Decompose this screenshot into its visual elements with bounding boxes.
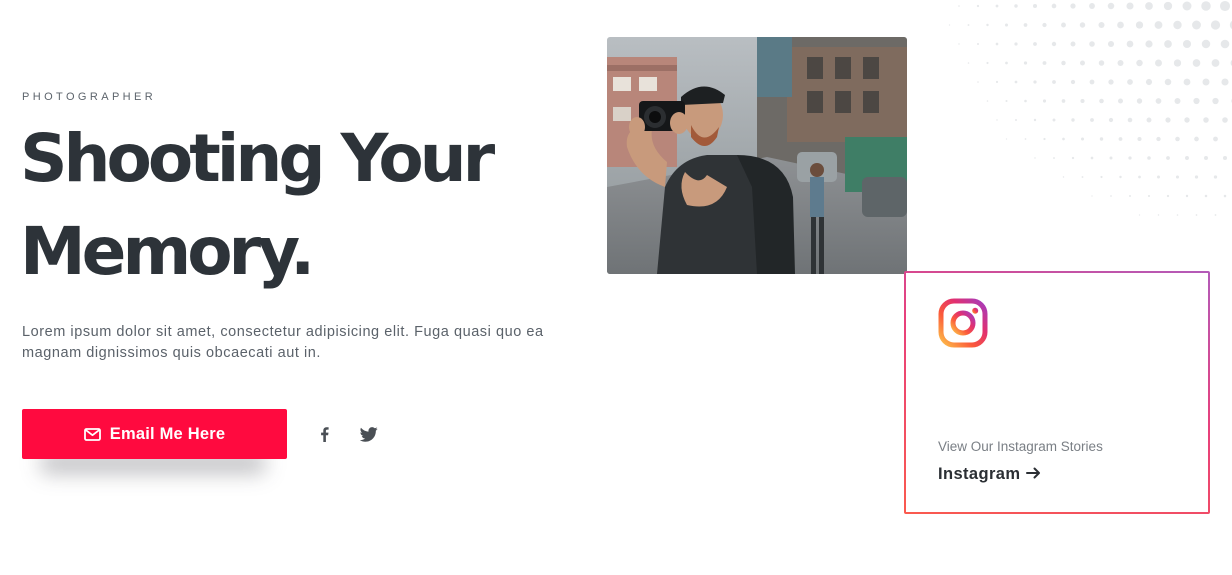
- email-me-button[interactable]: Email Me Here: [22, 409, 287, 459]
- hero-section: PHOTOGRAPHER Shooting Your Memory. Lorem…: [0, 0, 1232, 575]
- instagram-card: View Our Instagram Stories Instagram: [904, 271, 1210, 514]
- instagram-card-subtitle: View Our Instagram Stories: [938, 439, 1103, 454]
- instagram-icon: [938, 298, 988, 348]
- page-title: Shooting Your Memory.: [20, 120, 495, 290]
- eyebrow-label: PHOTOGRAPHER: [22, 91, 157, 103]
- twitter-icon[interactable]: [359, 424, 379, 444]
- envelope-icon: [83, 427, 101, 441]
- facebook-icon[interactable]: [314, 424, 334, 444]
- photographer-photo: [607, 37, 907, 274]
- hero-description: Lorem ipsum dolor sit amet, consectetur …: [22, 324, 544, 361]
- arrow-right-icon: [1026, 465, 1041, 484]
- instagram-link-label: Instagram: [938, 465, 1021, 483]
- instagram-card-body: View Our Instagram Stories Instagram: [906, 273, 1208, 512]
- instagram-link[interactable]: Instagram: [938, 465, 1041, 484]
- email-me-button-label: Email Me Here: [109, 424, 226, 443]
- dot-pattern-decoration: [948, 0, 1232, 216]
